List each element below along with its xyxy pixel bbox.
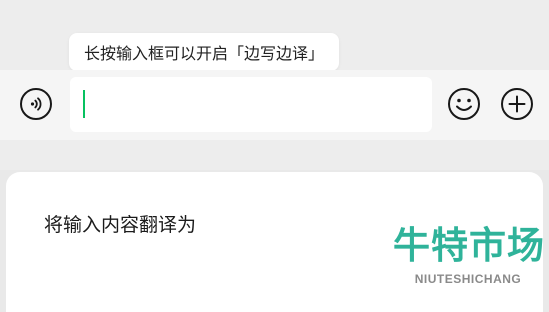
- sheet-title: 将输入内容翻译为: [44, 214, 197, 236]
- text-caret: [83, 90, 85, 118]
- voice-input-button[interactable]: [20, 88, 52, 120]
- chat-input-bar: [0, 70, 549, 140]
- voice-wave-icon: [30, 97, 42, 111]
- watermark-brand-en: NIUTESHICHANG: [414, 272, 522, 286]
- hint-tooltip: 长按输入框可以开启「边写边译」: [69, 33, 340, 78]
- emoji-button[interactable]: [447, 87, 481, 121]
- more-functions-button[interactable]: [500, 87, 534, 121]
- smiley-face-icon: [448, 88, 480, 120]
- watermark-logo: 牛特市场 NIUTESHICHANG: [393, 224, 545, 287]
- hint-tooltip-text: 长按输入框可以开启「边写边译」: [84, 44, 325, 63]
- watermark-brand-cn: 牛特市场: [393, 224, 545, 267]
- message-input[interactable]: [70, 77, 432, 132]
- plus-circle-icon: [501, 88, 533, 120]
